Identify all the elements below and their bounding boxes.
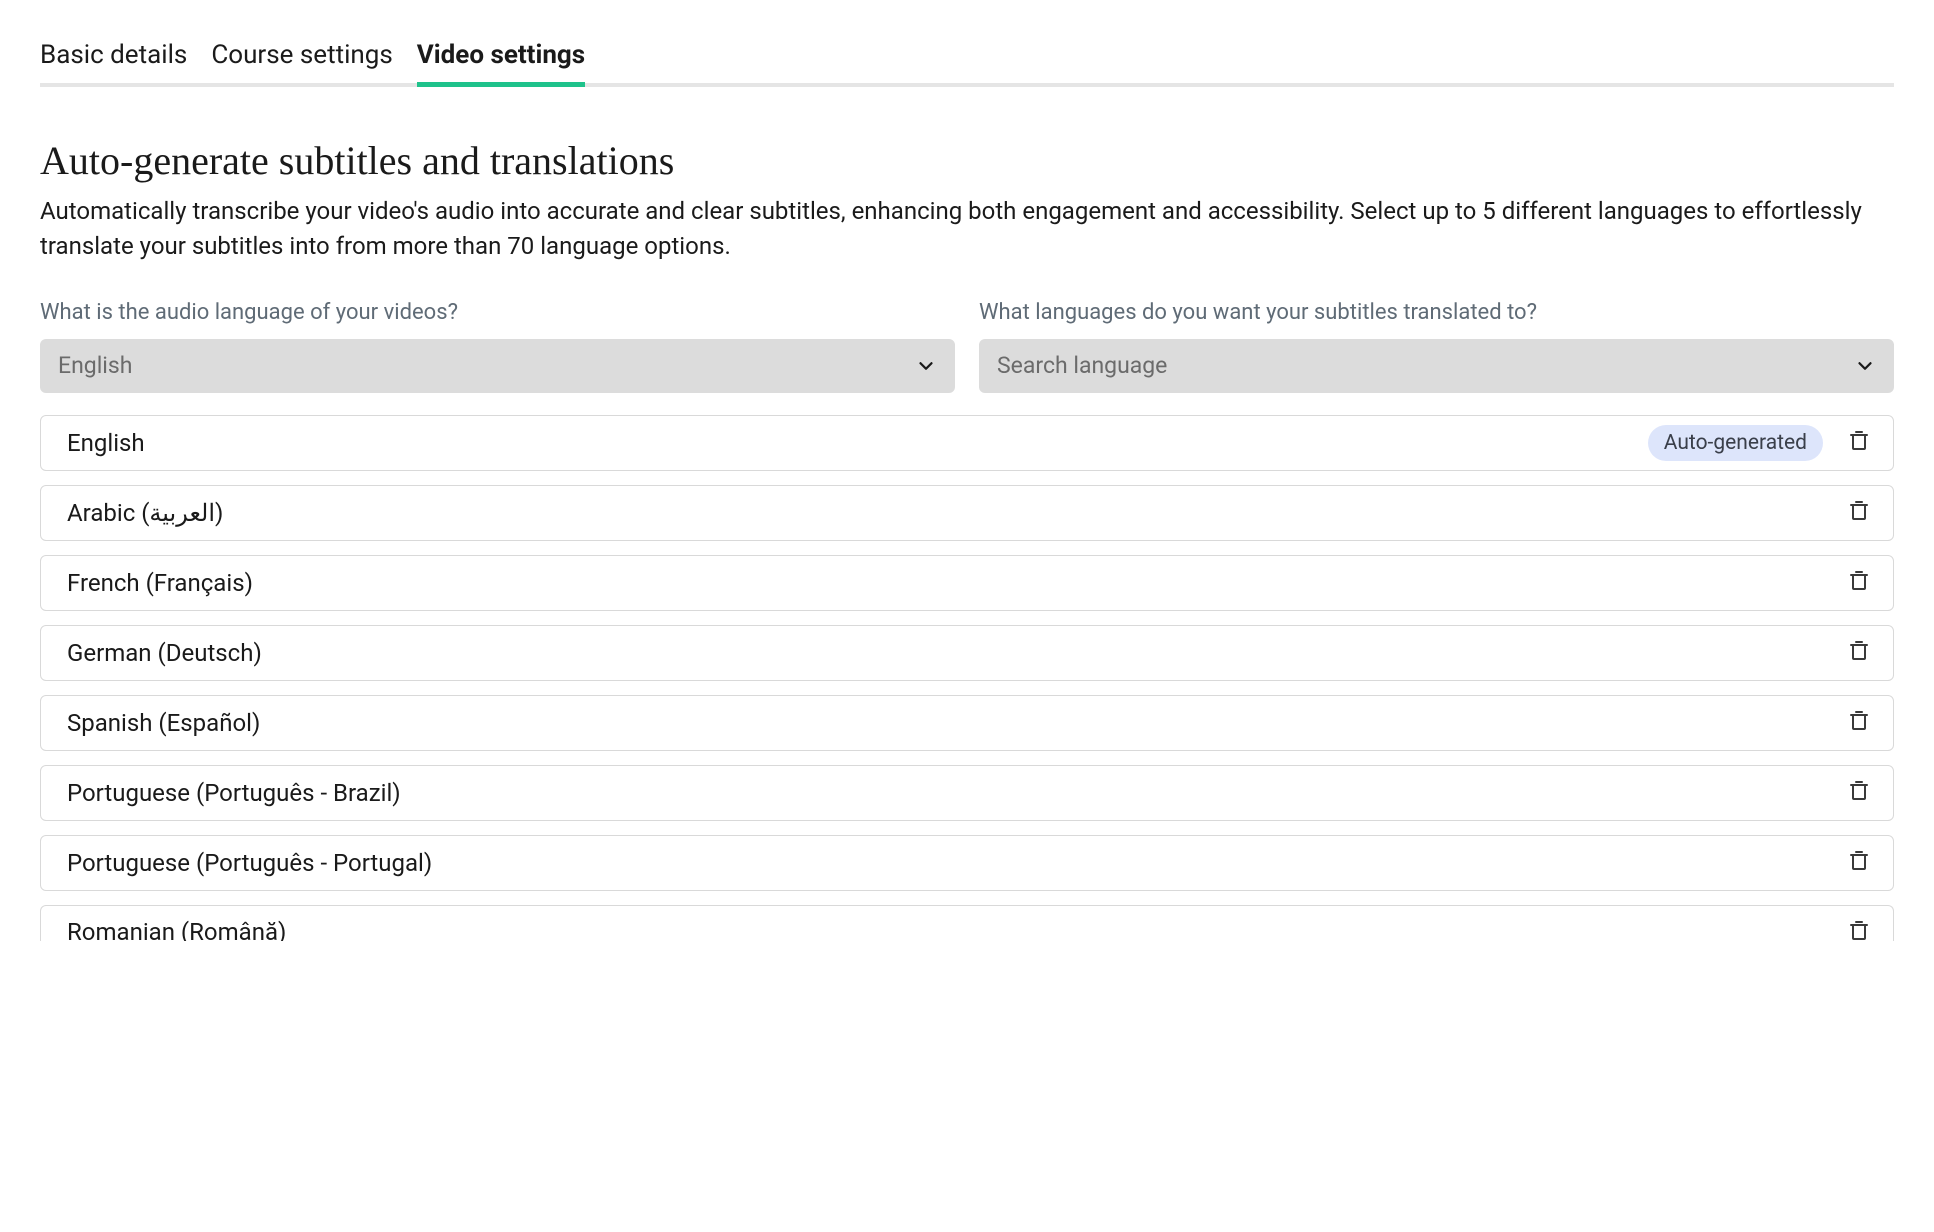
translate-to-placeholder: Search language — [997, 352, 1167, 379]
language-name: Romanian (Română) — [67, 918, 286, 941]
language-row-actions — [1847, 638, 1871, 668]
audio-language-label: What is the audio language of your video… — [40, 300, 955, 325]
language-name: Portuguese (Português - Brazil) — [67, 779, 401, 807]
auto-generated-badge: Auto-generated — [1648, 425, 1823, 461]
trash-icon — [1847, 568, 1871, 594]
language-row-actions — [1847, 498, 1871, 528]
language-name: Arabic (العربية) — [67, 499, 223, 527]
audio-language-group: What is the audio language of your video… — [40, 300, 955, 393]
language-row: German (Deutsch) — [40, 625, 1894, 681]
translate-to-select[interactable]: Search language — [979, 339, 1894, 393]
language-row: Portuguese (Português - Portugal) — [40, 835, 1894, 891]
language-row: Romanian (Română) — [40, 905, 1894, 941]
language-row-actions — [1847, 568, 1871, 598]
page-title: Auto-generate subtitles and translations — [40, 137, 1894, 184]
delete-language-button[interactable] — [1847, 708, 1871, 738]
language-name: Portuguese (Português - Portugal) — [67, 849, 432, 877]
tab-bar: Basic details Course settings Video sett… — [40, 40, 1894, 87]
audio-language-value: English — [58, 352, 132, 379]
delete-language-button[interactable] — [1847, 918, 1871, 941]
page-description: Automatically transcribe your video's au… — [40, 194, 1894, 264]
trash-icon — [1847, 708, 1871, 734]
delete-language-button[interactable] — [1847, 568, 1871, 598]
translate-to-label: What languages do you want your subtitle… — [979, 300, 1894, 325]
trash-icon — [1847, 778, 1871, 804]
language-row: English Auto-generated — [40, 415, 1894, 471]
tab-course-settings[interactable]: Course settings — [211, 40, 392, 87]
language-row: Arabic (العربية) — [40, 485, 1894, 541]
language-row-actions — [1847, 708, 1871, 738]
delete-language-button[interactable] — [1847, 778, 1871, 808]
trash-icon — [1847, 498, 1871, 524]
language-name: Spanish (Español) — [67, 709, 260, 737]
delete-language-button[interactable] — [1847, 428, 1871, 458]
language-row: French (Français) — [40, 555, 1894, 611]
tab-basic-details[interactable]: Basic details — [40, 40, 187, 87]
delete-language-button[interactable] — [1847, 498, 1871, 528]
language-row-actions: Auto-generated — [1648, 425, 1871, 461]
chevron-down-icon — [915, 355, 937, 377]
tab-video-settings[interactable]: Video settings — [417, 40, 585, 87]
delete-language-button[interactable] — [1847, 638, 1871, 668]
audio-language-select[interactable]: English — [40, 339, 955, 393]
language-name: English — [67, 429, 145, 457]
language-row: Portuguese (Português - Brazil) — [40, 765, 1894, 821]
language-row-actions — [1847, 918, 1871, 941]
trash-icon — [1847, 918, 1871, 941]
language-row: Spanish (Español) — [40, 695, 1894, 751]
language-row-actions — [1847, 848, 1871, 878]
translate-to-group: What languages do you want your subtitle… — [979, 300, 1894, 393]
trash-icon — [1847, 848, 1871, 874]
trash-icon — [1847, 428, 1871, 454]
chevron-down-icon — [1854, 355, 1876, 377]
language-list: English Auto-generated Arabic (العربية) Fre… — [40, 415, 1894, 941]
language-name: French (Français) — [67, 569, 253, 597]
language-row-actions — [1847, 778, 1871, 808]
trash-icon — [1847, 638, 1871, 664]
delete-language-button[interactable] — [1847, 848, 1871, 878]
selects-row: What is the audio language of your video… — [40, 300, 1894, 393]
language-name: German (Deutsch) — [67, 639, 262, 667]
